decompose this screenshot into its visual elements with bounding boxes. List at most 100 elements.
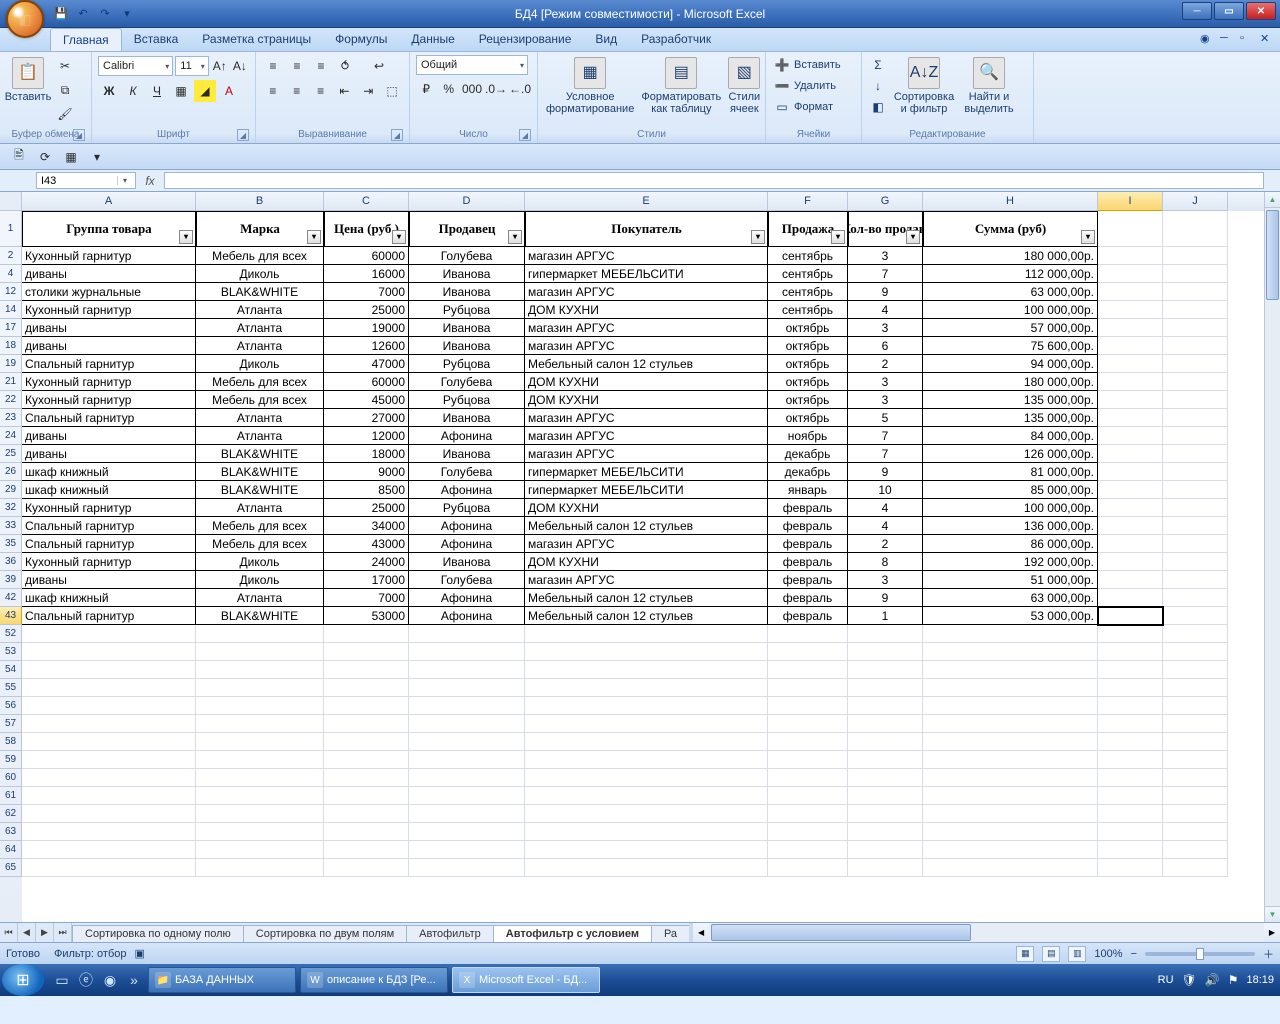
cell[interactable]: ноябрь xyxy=(768,427,848,445)
cell[interactable]: Диколь xyxy=(196,355,324,373)
cell[interactable]: Кухонный гарнитур xyxy=(22,247,196,265)
cell[interactable]: октябрь xyxy=(768,373,848,391)
cell[interactable]: декабрь xyxy=(768,463,848,481)
cell[interactable] xyxy=(848,679,923,697)
cell[interactable] xyxy=(525,715,768,733)
cell[interactable] xyxy=(324,643,409,661)
close-button[interactable]: ✕ xyxy=(1246,2,1276,20)
row-header[interactable]: 29 xyxy=(0,481,22,499)
cell[interactable] xyxy=(1098,643,1163,661)
row-header[interactable]: 14 xyxy=(0,301,22,319)
insert-cells-button[interactable]: ➕Вставить xyxy=(772,55,843,75)
cell[interactable]: гипермаркет МЕБЕЛЬСИТИ xyxy=(525,265,768,283)
cell[interactable] xyxy=(22,787,196,805)
italic-button[interactable]: К xyxy=(122,80,144,102)
cell[interactable] xyxy=(525,787,768,805)
cell[interactable]: Кухонный гарнитур xyxy=(22,373,196,391)
filter-dropdown-icon[interactable]: ▾ xyxy=(508,230,522,244)
row-header[interactable]: 26 xyxy=(0,463,22,481)
cell[interactable] xyxy=(324,787,409,805)
qat-redo-icon[interactable]: ↷ xyxy=(96,5,114,23)
sheet-nav-first-icon[interactable]: ⏮ xyxy=(0,923,18,942)
row-header[interactable]: 64 xyxy=(0,841,22,859)
align-right-icon[interactable]: ≡ xyxy=(310,80,332,102)
cell[interactable] xyxy=(1098,337,1163,355)
cell[interactable] xyxy=(1163,859,1228,877)
cell[interactable] xyxy=(22,859,196,877)
cell[interactable] xyxy=(409,697,525,715)
cell[interactable]: Диколь xyxy=(196,265,324,283)
row-header[interactable]: 35 xyxy=(0,535,22,553)
cell[interactable]: 12000 xyxy=(324,427,409,445)
cell[interactable] xyxy=(923,841,1098,859)
scroll-up-icon[interactable]: ▲ xyxy=(1265,192,1280,208)
sheet-nav-prev-icon[interactable]: ◀ xyxy=(18,923,36,942)
cell[interactable] xyxy=(409,787,525,805)
cell[interactable]: 4 xyxy=(848,499,923,517)
cell[interactable] xyxy=(22,769,196,787)
cell[interactable] xyxy=(196,751,324,769)
qat2-pivot-icon[interactable]: ▦ xyxy=(60,146,82,168)
ribbon-tab-4[interactable]: Данные xyxy=(399,28,466,51)
cell[interactable] xyxy=(768,625,848,643)
cell[interactable]: Сумма (руб)▾ xyxy=(923,211,1098,247)
format-table-button[interactable]: ▤Форматировать как таблицу xyxy=(640,55,722,117)
delete-cells-button[interactable]: ➖Удалить xyxy=(772,76,843,96)
cell[interactable]: магазин АРГУС xyxy=(525,247,768,265)
zoom-slider[interactable] xyxy=(1145,952,1255,956)
shrink-font-icon[interactable]: A↓ xyxy=(231,55,249,77)
cell[interactable] xyxy=(923,805,1098,823)
cell[interactable] xyxy=(768,769,848,787)
cell[interactable]: 180 000,00р. xyxy=(923,373,1098,391)
col-header-E[interactable]: E xyxy=(525,192,768,211)
cell[interactable] xyxy=(1163,427,1228,445)
bold-button[interactable]: Ж xyxy=(98,80,120,102)
cell[interactable]: 27000 xyxy=(324,409,409,427)
cell[interactable]: 5 xyxy=(848,409,923,427)
taskbar-task[interactable]: 📁БАЗА ДАННЫХ xyxy=(148,967,296,993)
cell[interactable]: 100 000,00р. xyxy=(923,499,1098,517)
cell[interactable]: Мебель для всех xyxy=(196,247,324,265)
cell[interactable] xyxy=(1098,481,1163,499)
cell[interactable]: Мебель для всех xyxy=(196,373,324,391)
ribbon-tab-7[interactable]: Разработчик xyxy=(629,28,723,51)
grow-font-icon[interactable]: A↑ xyxy=(211,55,229,77)
cell[interactable] xyxy=(22,751,196,769)
cell[interactable]: диваны xyxy=(22,319,196,337)
cell[interactable] xyxy=(324,661,409,679)
cell[interactable] xyxy=(409,805,525,823)
scroll-down-icon[interactable]: ▼ xyxy=(1265,906,1280,922)
cell[interactable] xyxy=(1163,481,1228,499)
cell[interactable] xyxy=(1098,445,1163,463)
col-header-D[interactable]: D xyxy=(409,192,525,211)
cell[interactable]: сентябрь xyxy=(768,301,848,319)
filter-dropdown-icon[interactable]: ▾ xyxy=(906,230,920,244)
cell[interactable]: Спальный гарнитур xyxy=(22,517,196,535)
cell[interactable] xyxy=(848,787,923,805)
cell[interactable]: диваны xyxy=(22,427,196,445)
cell[interactable] xyxy=(409,859,525,877)
merge-icon[interactable]: ⬚ xyxy=(381,80,403,102)
cell[interactable] xyxy=(1098,787,1163,805)
cell[interactable] xyxy=(848,805,923,823)
autosum-button[interactable]: Σ xyxy=(868,55,888,75)
row-header[interactable]: 65 xyxy=(0,859,22,877)
clear-button[interactable]: ◧ xyxy=(868,97,888,117)
cell[interactable] xyxy=(196,625,324,643)
cell[interactable]: диваны xyxy=(22,337,196,355)
cell[interactable]: 94 000,00р. xyxy=(923,355,1098,373)
cell[interactable] xyxy=(196,643,324,661)
cell[interactable] xyxy=(1163,301,1228,319)
cell[interactable] xyxy=(1098,679,1163,697)
filter-dropdown-icon[interactable]: ▾ xyxy=(751,230,765,244)
cell[interactable]: Голубева xyxy=(409,463,525,481)
cell[interactable] xyxy=(1098,805,1163,823)
row-header[interactable]: 53 xyxy=(0,643,22,661)
cell[interactable] xyxy=(525,643,768,661)
pin-browser-icon[interactable]: ⓔ xyxy=(76,969,96,991)
row-header[interactable]: 2 xyxy=(0,247,22,265)
format-painter-icon[interactable]: 🖌 xyxy=(54,103,76,125)
row-header[interactable]: 39 xyxy=(0,571,22,589)
cell[interactable] xyxy=(923,823,1098,841)
cell[interactable] xyxy=(848,769,923,787)
